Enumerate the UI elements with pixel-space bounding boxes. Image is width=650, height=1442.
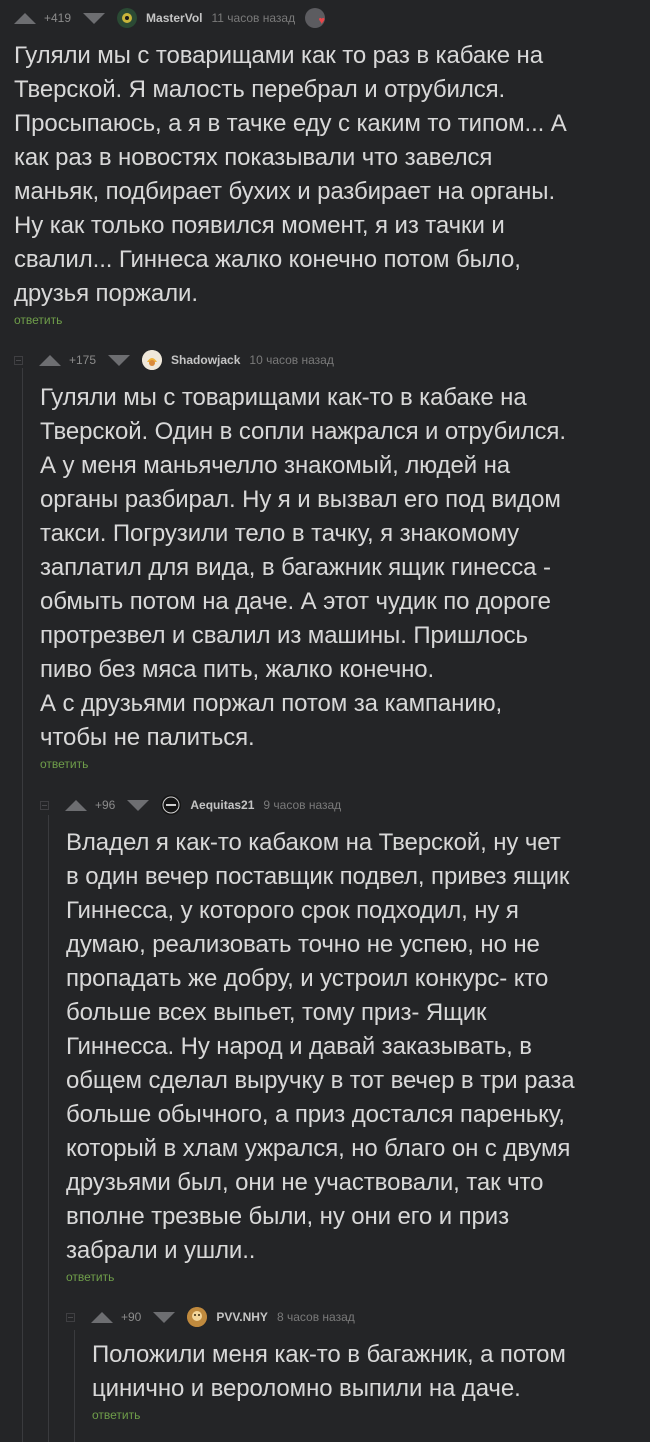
avatar[interactable] [161, 795, 182, 815]
comment-line: Положили меня как-то в багажник, а потом [92, 1341, 566, 1368]
comment-line: Гиннесса, у которого срок подходил, ну я [66, 897, 519, 924]
comment-line: заплатил для вида, в багажник ящик гинес… [40, 554, 551, 581]
comment-line: пиво без мяса пить, жалко конечно. [40, 656, 435, 683]
comment-line: забрали и ушли.. [66, 1237, 256, 1264]
comment-line: пропадать же добру, и устроил конкурс- к… [66, 965, 549, 992]
comment-line: друзьями был, они не участвовали, так чт… [66, 1169, 544, 1196]
comment-line: Просыпаюсь, а я в тачке еду с каким то т… [14, 110, 567, 137]
avatar-image-icon [187, 1307, 208, 1327]
comment-aequitas21: +96 Aequitas21 9 часов назад Владел я ка… [40, 792, 650, 1286]
comment-body: Владел я как-то кабаком на Тверской, ну … [66, 826, 646, 1268]
comment-line: Тверской. Один в сопли нажрался и отруби… [40, 418, 566, 445]
comment-header: +90 PVV.NHY 8 часов назад [66, 1304, 650, 1330]
collapse-icon[interactable] [66, 1312, 75, 1322]
avatar-image-icon [161, 795, 182, 815]
comment-line: как раз в новостях показывали что завелс… [14, 144, 493, 171]
heart-badge-icon: ♥ [305, 8, 326, 28]
comment-line: органы разбирал. Ну я и вызвал его под в… [40, 486, 561, 513]
comment-line: А у меня маньячелло знакомый, людей на [40, 452, 510, 479]
comment-line: больше обычного, а приз достался пареньк… [66, 1101, 565, 1128]
comment-line: чтобы не палиться. [40, 724, 255, 751]
comment-line: Гуляли мы с товарищами как то раз в каба… [14, 42, 543, 69]
comment-line: протрезвел и свалил из машины. Пришлось [40, 622, 528, 649]
vote-up-icon[interactable] [39, 354, 61, 366]
comment-line: Ну как только появился момент, я из тачк… [14, 212, 505, 239]
collapse-icon[interactable] [40, 800, 49, 810]
reply-link[interactable]: ответить [92, 1408, 140, 1422]
username[interactable]: MasterVol [146, 11, 202, 25]
username[interactable]: Aequitas21 [190, 798, 254, 812]
comment-line: вполне трезвые были, ну они его и приз [66, 1203, 509, 1230]
comment-rating: +419 [44, 11, 72, 25]
avatar-image-icon [142, 350, 163, 370]
avatar[interactable] [142, 350, 163, 370]
comment-line: общем сделал выручку в тот вечер в три р… [66, 1067, 575, 1094]
vote-up-icon[interactable] [65, 799, 87, 811]
comment-mastervol: +419 MasterVol 11 часов назад ♥ Гуляли м… [14, 5, 650, 329]
vote-down-icon[interactable] [108, 354, 131, 366]
comment-line: маньяк, подбирает бухих и разбирает на о… [14, 178, 556, 205]
comment-rating: +90 [121, 1310, 142, 1324]
comment-line: такси. Погрузили тело в тачку, я знакомо… [40, 520, 520, 547]
vote-down-icon[interactable] [127, 799, 150, 811]
comment-time: 11 часов назад [211, 11, 296, 25]
comment-line: больше всех выпьет, тому приз- Ящик [66, 999, 487, 1026]
comment-line: в один вечер поставщик подвел, привез ящ… [66, 863, 570, 890]
comment-line: обмыть потом на даче. А этот чудик по до… [40, 588, 551, 615]
comment-line: Владел я как-то кабаком на Тверской, ну … [66, 829, 561, 856]
comment-time: 8 часов назад [276, 1310, 355, 1324]
comment-line: который в хлам ужрался, но благо он с дв… [66, 1135, 571, 1162]
username[interactable]: PVV.NHY [216, 1310, 268, 1324]
comment-line: свалил... Гиннеса жалко конечно потом бы… [14, 246, 521, 273]
reply-link[interactable]: ответить [40, 757, 88, 771]
avatar[interactable] [117, 8, 138, 28]
vote-up-icon[interactable] [14, 12, 36, 24]
username[interactable]: Shadowjack [171, 353, 240, 367]
comment-header: +96 Aequitas21 9 часов назад [40, 792, 650, 818]
reply-link[interactable]: ответить [66, 1270, 114, 1284]
comment-header: +419 MasterVol 11 часов назад ♥ [14, 5, 650, 31]
comment-time: 9 часов назад [263, 798, 342, 812]
reply-link[interactable]: ответить [14, 313, 62, 327]
comment-body: Положили меня как-то в багажник, а потом… [92, 1338, 650, 1406]
vote-down-icon[interactable] [83, 12, 106, 24]
comment-rating: +175 [69, 353, 97, 367]
comment-line: друзья поржали. [14, 280, 198, 307]
vote-up-icon[interactable] [91, 1311, 113, 1323]
comment-pvv-nhy: +90 PVV.NHY 8 часов назад Положили меня … [66, 1304, 650, 1424]
comment-line: думаю, реализовать точно не успею, но не [66, 931, 540, 958]
comment-body: Гуляли мы с товарищами как то раз в каба… [14, 39, 644, 311]
avatar[interactable] [187, 1307, 208, 1327]
avatar-image-icon [117, 8, 138, 28]
comment-time: 10 часов назад [249, 353, 334, 367]
comment-line: Гуляли мы с товарищами как-то в кабаке н… [40, 384, 527, 411]
comment-header: +175 Shadowjack 10 часов назад [14, 347, 650, 373]
comment-body: Гуляли мы с товарищами как-то в кабаке н… [40, 381, 640, 755]
collapse-icon[interactable] [14, 355, 23, 365]
comment-line: Тверской. Я малость перебрал и отрубился… [14, 76, 506, 103]
comment-line: А с друзьями поржал потом за кампанию, [40, 690, 503, 717]
vote-down-icon[interactable] [153, 1311, 176, 1323]
comment-line: Гиннесса. Ну народ и давай заказывать, в [66, 1033, 532, 1060]
comment-shadowjack: +175 Shadowjack 10 часов назад Гуляли мы… [14, 347, 650, 773]
comment-line: цинично и вероломно выпили на даче. [92, 1375, 521, 1402]
comment-rating: +96 [95, 798, 116, 812]
